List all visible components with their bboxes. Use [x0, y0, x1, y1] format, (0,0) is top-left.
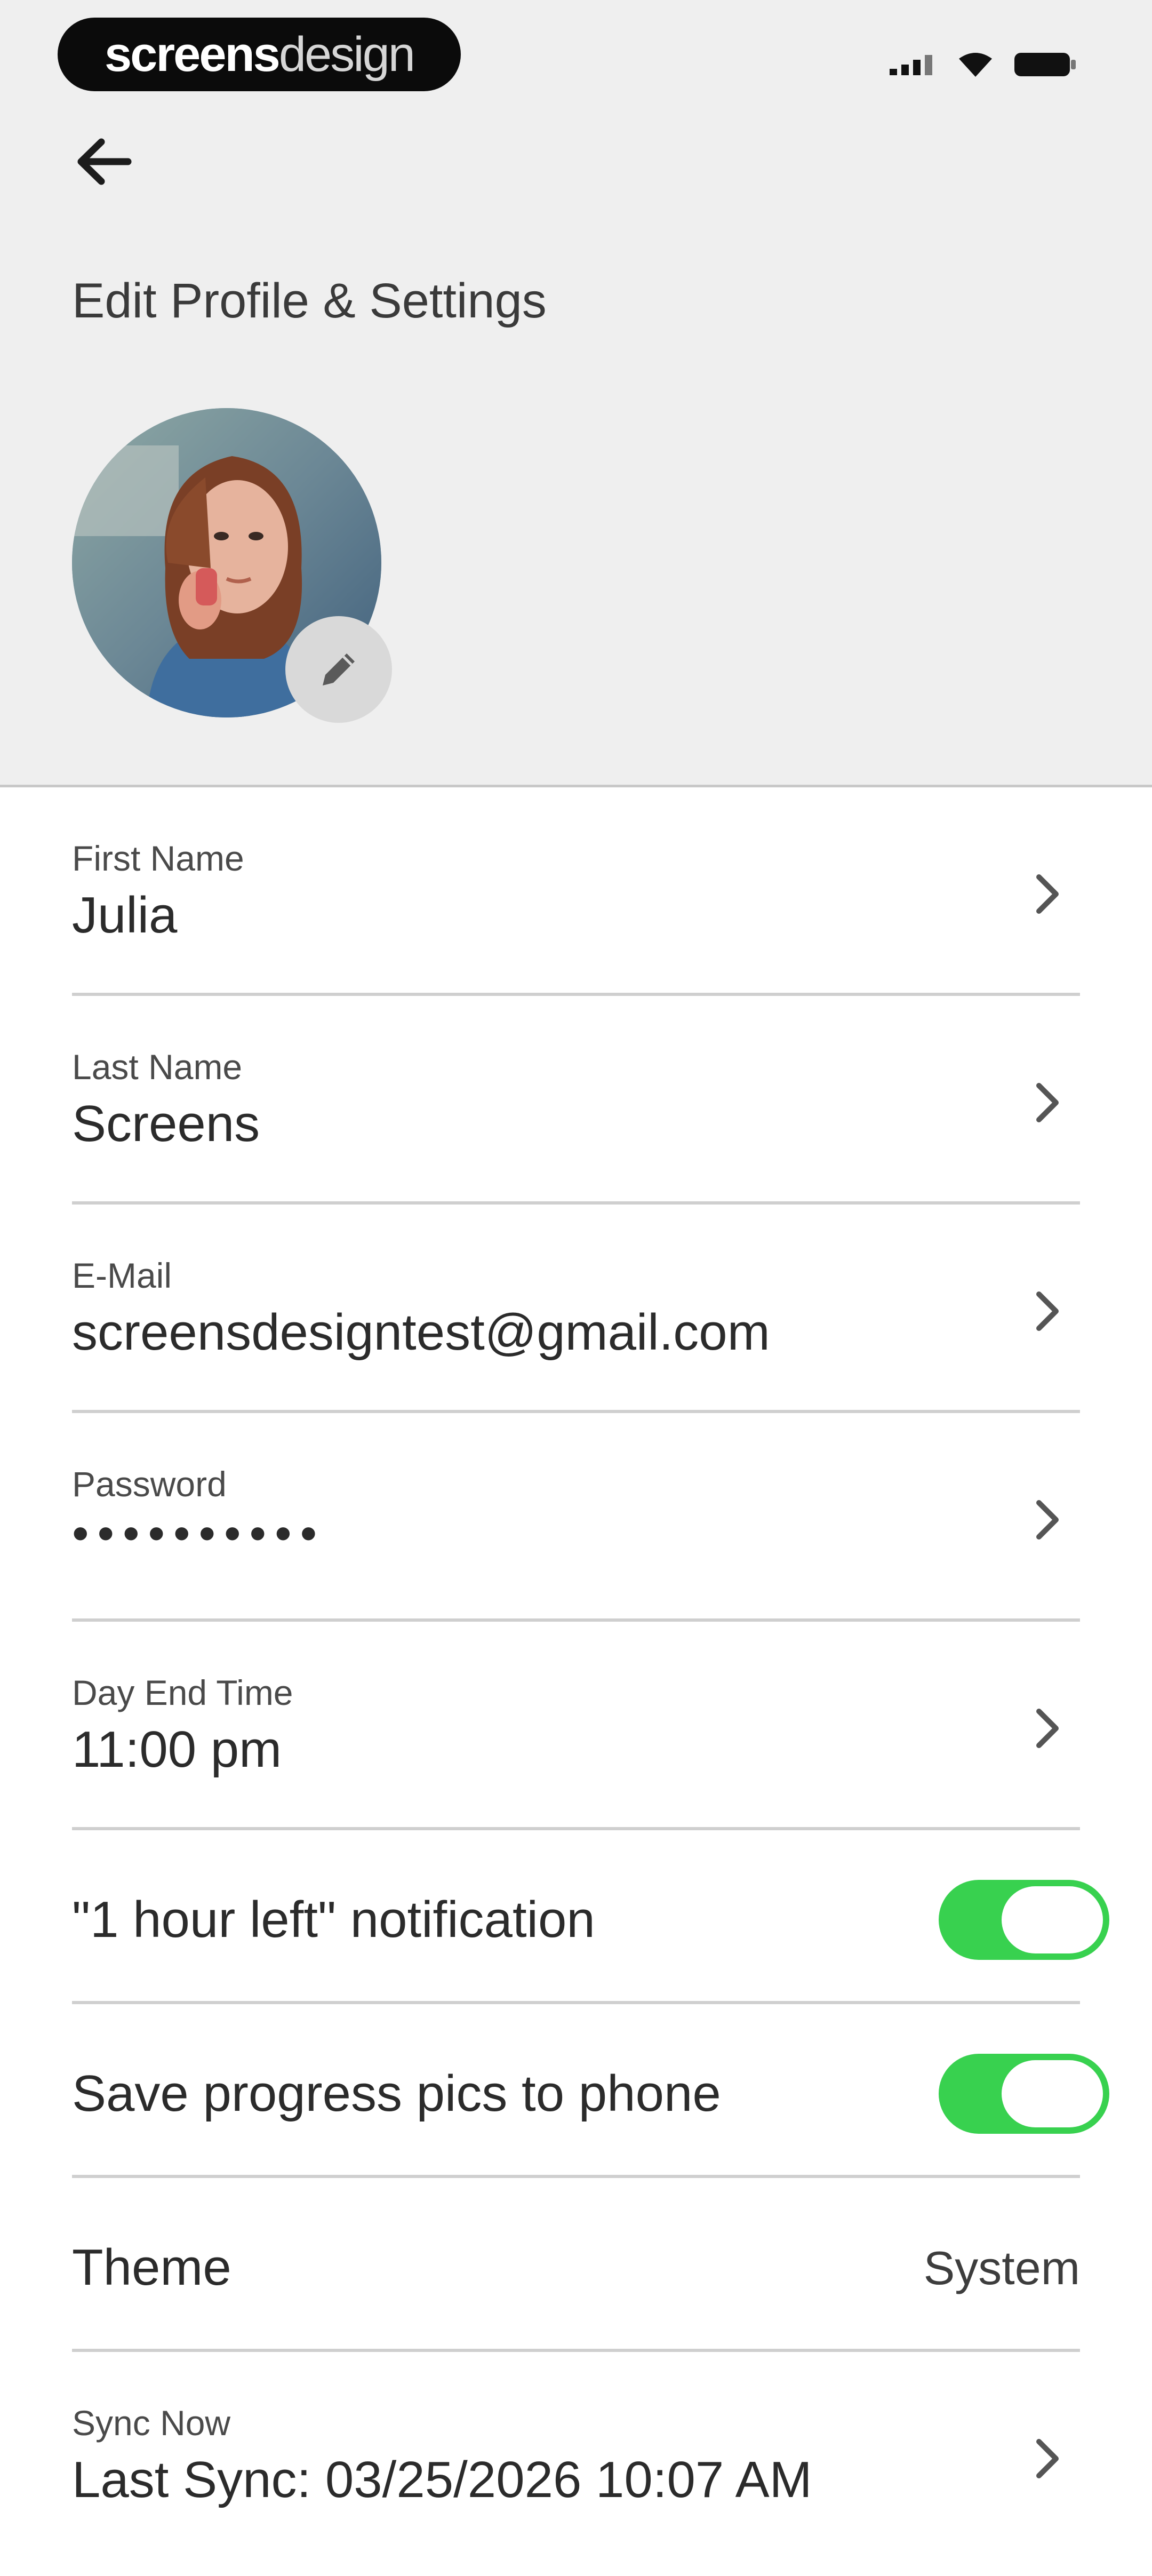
toggle-knob — [1002, 1886, 1103, 1953]
pencil-icon — [323, 653, 355, 685]
avatar-container — [72, 408, 392, 723]
brand-logo-light: design — [278, 27, 415, 82]
chevron-right-icon — [1036, 1500, 1059, 1540]
brand-logo-bold: screens — [105, 27, 281, 82]
save-progress-pics-label: Save progress pics to phone — [72, 2065, 721, 2122]
chevron-right-icon — [1036, 1709, 1059, 1748]
chevron-right-icon — [1036, 874, 1059, 914]
brand-logo: screens design — [58, 18, 461, 91]
day-end-time-row[interactable]: Day End Time 11:00 pm — [72, 1622, 1080, 1830]
sync-now-label: Sync Now — [72, 2403, 231, 2443]
email-row[interactable]: E-Mail screensdesigntest@gmail.com — [72, 1205, 1080, 1413]
page-title: Edit Profile & Settings — [72, 274, 547, 328]
wifi-icon — [959, 53, 992, 77]
hour-left-notification-row: "1 hour left" notification — [72, 1830, 1109, 2004]
password-label: Password — [72, 1464, 227, 1504]
password-value: •••••••••• — [72, 1507, 326, 1560]
last-sync-value: Last Sync: 03/25/2026 10:07 AM — [72, 2451, 812, 2508]
day-end-time-value: 11:00 pm — [72, 1721, 282, 1778]
chevron-right-icon — [1036, 2439, 1059, 2478]
toggle-knob — [1002, 2060, 1103, 2127]
theme-row[interactable]: Theme System — [72, 2178, 1080, 2352]
hour-left-notification-label: "1 hour left" notification — [72, 1891, 595, 1948]
first-name-row[interactable]: First Name Julia — [72, 787, 1080, 996]
battery-icon — [1014, 53, 1076, 76]
last-name-value: Screens — [72, 1095, 260, 1152]
theme-value: System — [923, 2242, 1080, 2294]
save-progress-pics-toggle[interactable] — [939, 2054, 1109, 2134]
save-progress-pics-row: Save progress pics to phone — [72, 2004, 1109, 2178]
arrow-left-icon — [77, 138, 132, 185]
last-name-label: Last Name — [72, 1047, 243, 1087]
first-name-label: First Name — [72, 839, 244, 878]
last-name-row[interactable]: Last Name Screens — [72, 996, 1080, 1205]
status-icons — [890, 51, 1077, 78]
first-name-value: Julia — [72, 887, 178, 944]
password-row[interactable]: Password •••••••••• — [72, 1413, 1080, 1622]
hour-left-notification-toggle[interactable] — [939, 1880, 1109, 1960]
profile-header: screens design Edit Profile & Settings — [0, 0, 1152, 787]
day-end-time-label: Day End Time — [72, 1673, 293, 1712]
signal-icon — [890, 55, 932, 75]
theme-label: Theme — [72, 2239, 231, 2296]
email-value: screensdesigntest@gmail.com — [72, 1304, 770, 1361]
email-label: E-Mail — [72, 1256, 172, 1295]
sync-now-row[interactable]: Sync Now Last Sync: 03/25/2026 10:07 AM — [72, 2352, 1080, 2576]
edit-avatar-button[interactable] — [285, 616, 392, 723]
chevron-right-icon — [1036, 1291, 1059, 1331]
back-button[interactable] — [75, 132, 144, 191]
settings-list: First Name Julia Last Name Screens E-Mai… — [72, 787, 1109, 2576]
chevron-right-icon — [1036, 1083, 1059, 1122]
